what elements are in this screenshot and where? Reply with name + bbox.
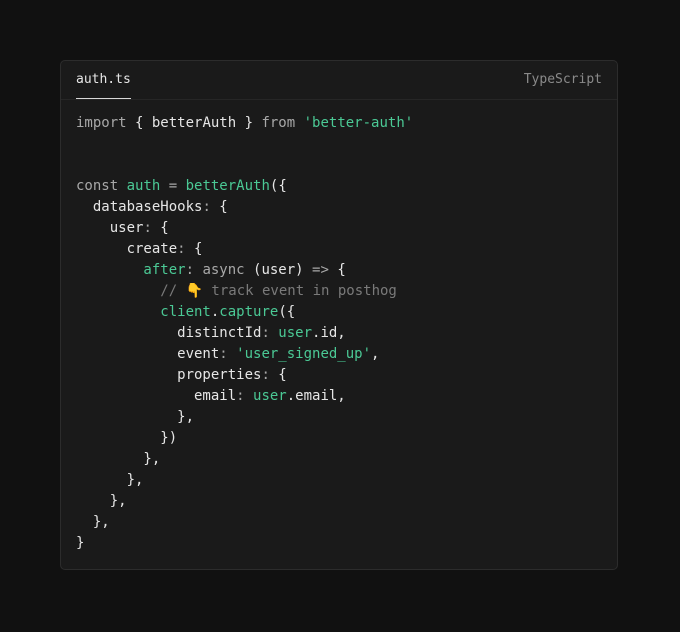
code-line: }, (76, 407, 413, 428)
code-line: email: user.email, (76, 386, 413, 407)
code-token: (user) (253, 262, 313, 278)
code-token: : (177, 241, 195, 257)
code-token: // 👇 track event in posthog (76, 283, 397, 299)
code-token: : (143, 220, 161, 236)
code-token: create (76, 241, 178, 257)
code-token: after (76, 262, 186, 278)
file-tab-label: auth.ts (76, 72, 131, 87)
code-token: => (312, 262, 338, 278)
code-token: { (160, 220, 169, 236)
code-token: , (371, 346, 380, 362)
language-label: TypeScript (523, 72, 602, 87)
code-line: // 👇 track event in posthog (76, 281, 413, 302)
code-token: auth (126, 178, 169, 194)
code-token: }, (76, 451, 161, 467)
code-card: auth.ts TypeScript import { betterAuth }… (60, 60, 618, 570)
code-token: capture (219, 304, 279, 320)
code-token: : (219, 346, 237, 362)
code-line: const auth = betterAuth({ (76, 176, 413, 197)
code-token: user (278, 325, 313, 341)
code-token: ({ (278, 304, 296, 320)
code-token: 'user_signed_up' (236, 346, 372, 362)
code-token: : (261, 325, 279, 341)
code-token: properties (76, 367, 262, 383)
code-line: ​ (76, 155, 413, 176)
code-line: create: { (76, 239, 413, 260)
code-token: { (219, 199, 228, 215)
code-line: distinctId: user.id, (76, 323, 413, 344)
code-block[interactable]: import { betterAuth } from 'better-auth'… (76, 113, 413, 554)
code-token: databaseHooks (76, 199, 203, 215)
code-line: import { betterAuth } from 'better-auth' (76, 113, 413, 134)
code-token: }) (76, 430, 178, 446)
code-token: : (261, 367, 279, 383)
code-line: }) (76, 428, 413, 449)
code-token: }, (76, 514, 110, 530)
code-line: }, (76, 512, 413, 533)
code-header: auth.ts TypeScript (61, 61, 617, 100)
code-line: databaseHooks: { (76, 197, 413, 218)
code-line: user: { (76, 218, 413, 239)
code-token: import (76, 115, 136, 131)
code-token: = (168, 178, 186, 194)
code-line: } (76, 533, 413, 554)
code-token: event (76, 346, 220, 362)
code-token: }, (76, 493, 127, 509)
code-token: user (253, 388, 287, 404)
code-token: { (278, 367, 287, 383)
code-token: betterAuth (185, 178, 270, 194)
code-line: }, (76, 449, 413, 470)
code-line: client.capture({ (76, 302, 413, 323)
code-line: event: 'user_signed_up', (76, 344, 413, 365)
code-token: }, (76, 472, 144, 488)
active-tab-indicator (76, 98, 131, 99)
code-token: { betterAuth } (135, 115, 262, 131)
code-line: }, (76, 491, 413, 512)
code-token: .email, (286, 388, 346, 404)
code-token: user (76, 220, 144, 236)
code-token: ({ (269, 178, 287, 194)
code-token: : (202, 199, 220, 215)
code-token: from (261, 115, 304, 131)
code-token: }, (76, 409, 195, 425)
code-token: : (236, 388, 254, 404)
code-token: const (76, 178, 127, 194)
code-line: }, (76, 470, 413, 491)
code-token: email (76, 388, 237, 404)
code-token: } (76, 535, 85, 551)
code-token: async (202, 262, 254, 278)
file-tab[interactable]: auth.ts (76, 61, 131, 99)
code-token: client (76, 304, 211, 320)
code-token: { (194, 241, 203, 257)
code-line: after: async (user) => { (76, 260, 413, 281)
code-token: .id, (312, 325, 346, 341)
code-token: 'better-auth' (303, 115, 414, 131)
code-line: properties: { (76, 365, 413, 386)
code-line: ​ (76, 134, 413, 155)
code-token: : (185, 262, 203, 278)
code-token: { (337, 262, 346, 278)
code-token: distinctId (76, 325, 262, 341)
